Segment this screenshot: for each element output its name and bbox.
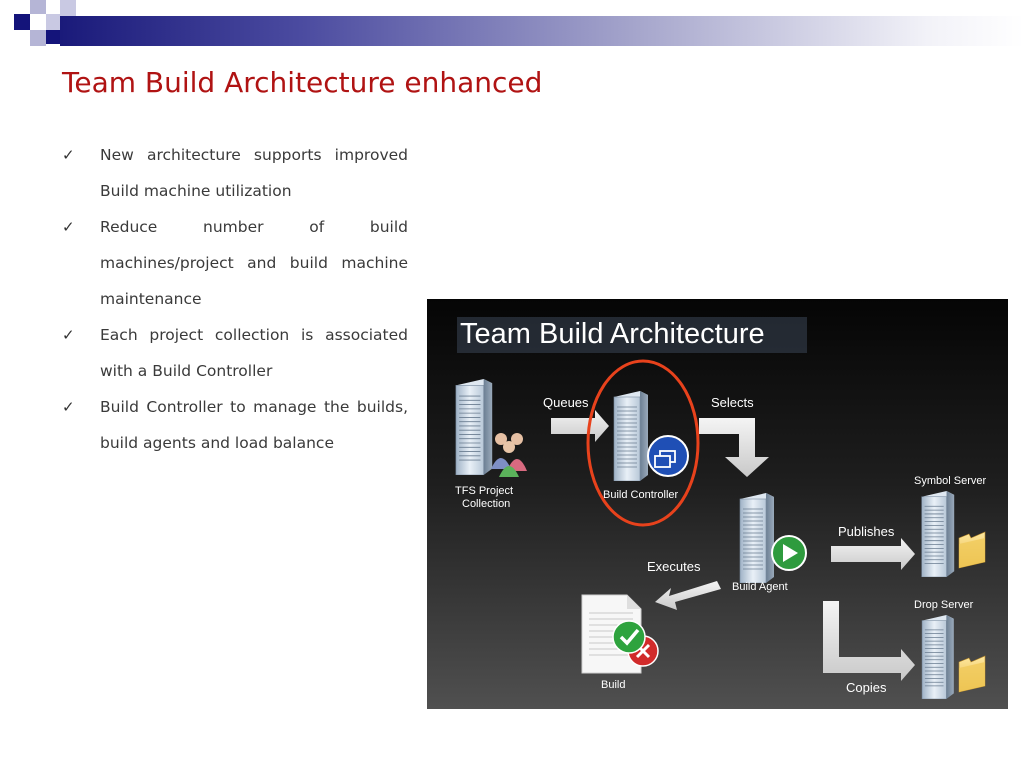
publishes-label: Publishes <box>838 524 895 539</box>
server-icon <box>921 615 955 699</box>
bullet-item: ✓ Each project collection is associated … <box>62 317 408 389</box>
executes-arrow: Executes <box>647 559 721 610</box>
checkmark-icon: ✓ <box>62 398 75 416</box>
build-agent-label: Build Agent <box>732 581 788 593</box>
server-icon <box>613 391 649 481</box>
bullet-item: ✓ New architecture supports improved Bui… <box>62 137 408 209</box>
architecture-diagram: Team Build Architecture TFS Project Coll… <box>427 299 1008 709</box>
queues-arrow: Queues <box>543 395 609 442</box>
decor-square <box>30 0 46 14</box>
bullet-text: New architecture supports improved Build… <box>100 146 408 200</box>
checkmark-icon: ✓ <box>62 218 75 236</box>
copies-label: Copies <box>846 680 887 695</box>
build-controller-node: Build Controller <box>586 359 700 527</box>
folder-icon <box>958 655 986 693</box>
decor-square <box>46 30 60 44</box>
checkmark-icon: ✓ <box>62 326 75 344</box>
executes-label: Executes <box>647 559 701 574</box>
bullet-item: ✓ Reduce number of build machines/projec… <box>62 209 408 317</box>
users-icon <box>491 433 527 477</box>
decor-square <box>46 14 60 30</box>
symbol-server-node: Symbol Server <box>914 475 986 577</box>
build-controller-label: Build Controller <box>603 489 679 501</box>
build-agent-node: Build Agent <box>732 493 807 593</box>
publishes-arrow: Publishes <box>831 524 915 570</box>
server-icon <box>455 379 493 475</box>
bullet-text: Reduce number of build machines/project … <box>100 218 408 308</box>
folder-icon <box>958 531 986 569</box>
tfs-label-line2: Collection <box>462 498 510 510</box>
bullet-text: Each project collection is associated wi… <box>100 326 408 380</box>
drop-server-node: Drop Server <box>914 599 986 699</box>
bullet-text: Build Controller to manage the builds, b… <box>100 398 408 452</box>
checkmark-icon: ✓ <box>62 146 75 164</box>
decor-square <box>60 0 76 16</box>
build-node: Build <box>581 594 659 691</box>
tfs-node: TFS Project Collection <box>455 379 527 510</box>
bullet-item: ✓ Build Controller to manage the builds,… <box>62 389 408 461</box>
top-banner <box>0 0 1024 48</box>
tfs-label-line1: TFS Project <box>455 485 513 497</box>
success-icon <box>612 620 646 654</box>
diagram-title: Team Build Architecture <box>460 318 765 350</box>
copies-arrow: Copies <box>823 601 915 695</box>
server-icon <box>739 493 775 583</box>
decor-square <box>14 14 30 30</box>
slide-title: Team Build Architecture enhanced <box>62 66 543 99</box>
queues-label: Queues <box>543 395 589 410</box>
selects-label: Selects <box>711 395 754 410</box>
decor-square <box>30 30 46 46</box>
symbol-server-label: Symbol Server <box>914 475 986 487</box>
drop-server-label: Drop Server <box>914 599 974 611</box>
server-icon <box>921 491 955 577</box>
gradient-band <box>60 16 1024 46</box>
selects-arrow: Selects <box>699 395 769 477</box>
bullet-list: ✓ New architecture supports improved Bui… <box>62 137 408 461</box>
diagram-canvas: Team Build Architecture TFS Project Coll… <box>455 317 986 699</box>
build-label: Build <box>601 679 625 691</box>
